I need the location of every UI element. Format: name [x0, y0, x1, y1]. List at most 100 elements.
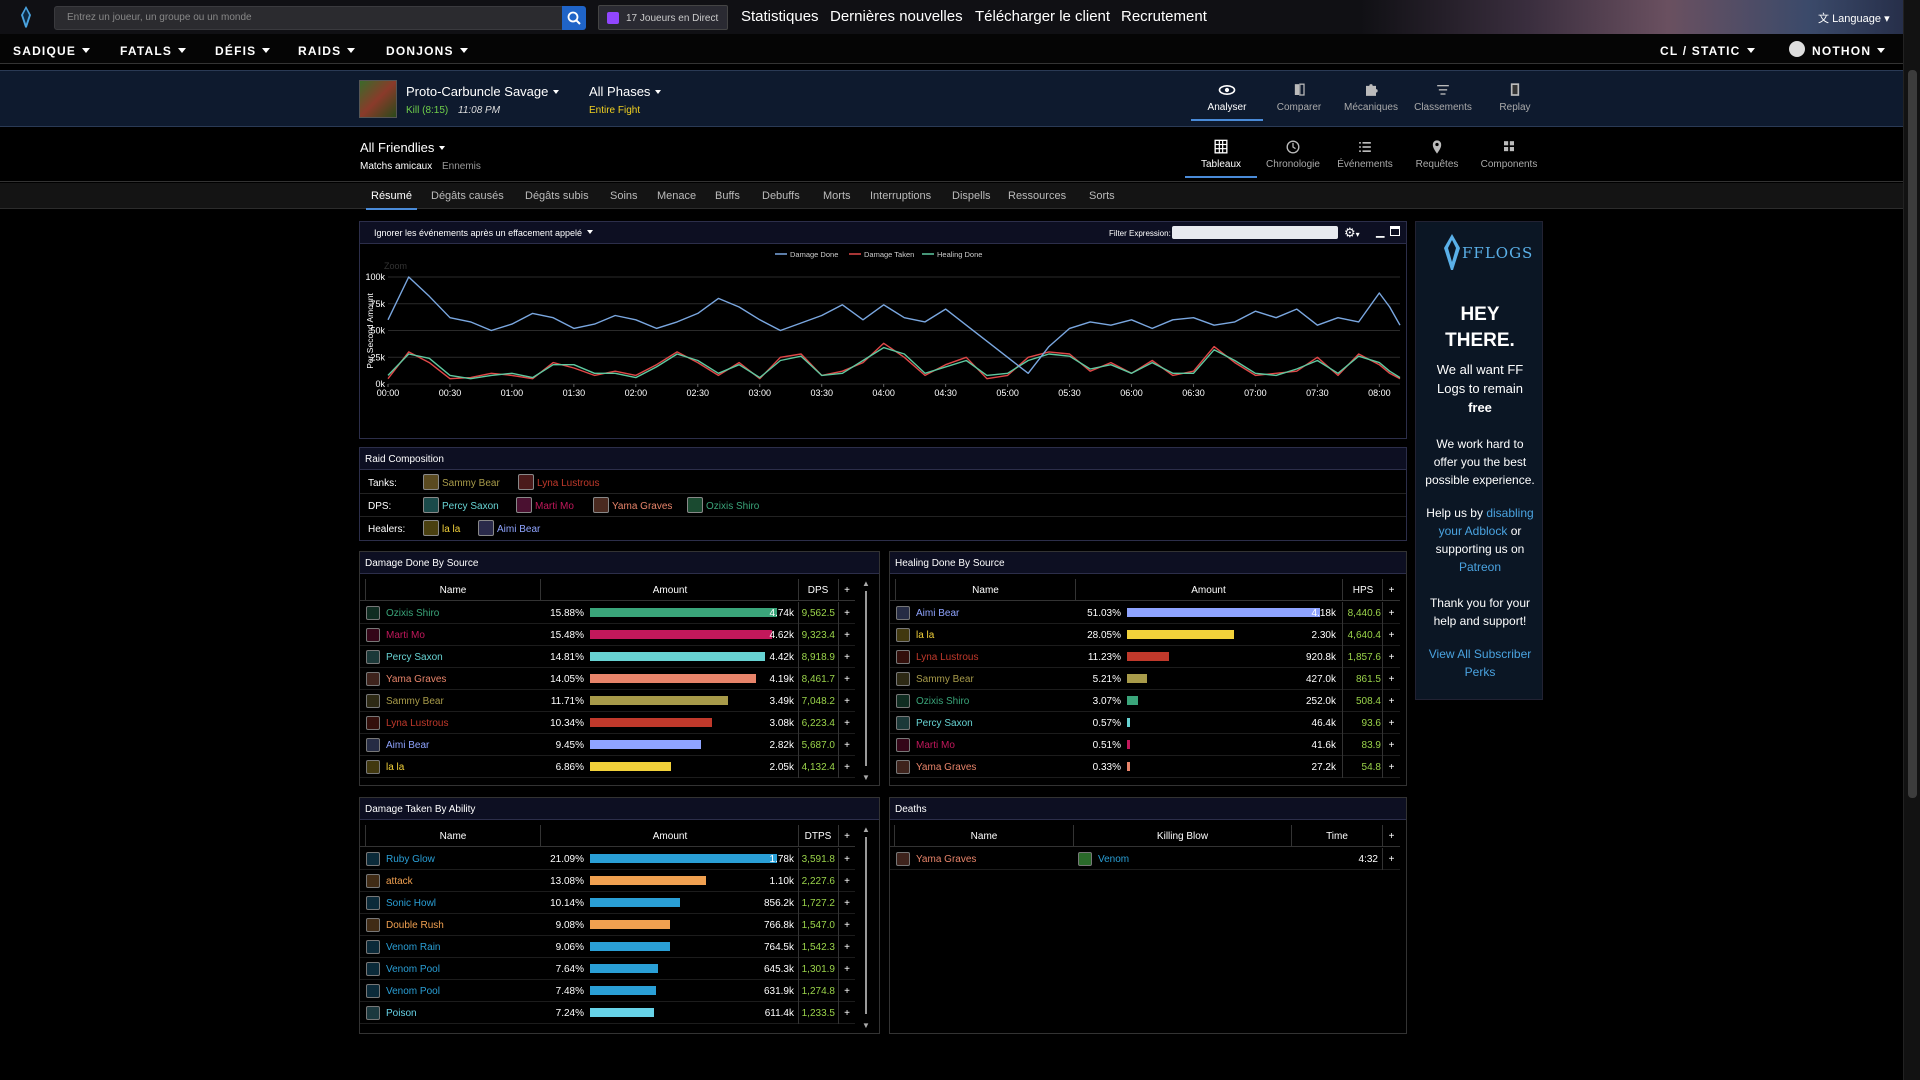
col-header-name[interactable]: Name — [894, 825, 1073, 847]
mode-tab-queries[interactable]: Requêtes — [1401, 138, 1473, 170]
row-add-button[interactable]: + — [838, 936, 855, 958]
search-button[interactable] — [562, 6, 586, 30]
friendlies-selector[interactable]: All Friendlies — [360, 140, 445, 155]
mode-tab-tables[interactable]: Tableaux — [1185, 138, 1257, 178]
table-row[interactable]: Percy Saxon 0.57% 46.4k 93.6 + — [890, 712, 1400, 734]
nav-download-client[interactable]: Télécharger le client — [975, 8, 1110, 25]
ad-subscriber-perks-link-2[interactable]: Perks — [1416, 665, 1544, 679]
tab-debuffs[interactable]: Debuffs — [762, 190, 800, 202]
tab-resources[interactable]: Ressources — [1008, 190, 1066, 202]
language-selector[interactable]: 文 Language ▾ — [1818, 10, 1890, 26]
menu-savage[interactable]: SADIQUE — [13, 44, 90, 58]
mode-tab-components[interactable]: Components — [1473, 138, 1545, 170]
row-name[interactable]: attack — [386, 870, 413, 892]
col-header-rate[interactable]: HPS — [1342, 579, 1383, 601]
col-header-add[interactable]: + — [1382, 825, 1400, 847]
table-row[interactable]: Double Rush 9.08% 766.8k 1,547.0 + — [360, 914, 855, 936]
scroll-down-icon[interactable]: ▼ — [862, 773, 870, 782]
row-name[interactable]: Sammy Bear — [916, 668, 974, 690]
row-name[interactable]: Yama Graves — [386, 668, 446, 690]
series-line-healing-done[interactable] — [387, 346, 1401, 380]
gear-icon[interactable]: ⚙▾ — [1344, 225, 1360, 241]
row-add-button[interactable]: + — [1382, 734, 1400, 756]
table-row[interactable]: Venom Pool 7.64% 645.3k 1,301.9 + — [360, 958, 855, 980]
legend-label[interactable]: Healing Done — [937, 250, 982, 259]
row-add-button[interactable]: + — [838, 914, 855, 936]
legend-label[interactable]: Damage Taken — [864, 250, 914, 259]
row-add-button[interactable]: + — [838, 870, 855, 892]
view-tab-rankings[interactable]: Classements — [1407, 81, 1479, 113]
row-add-button[interactable]: + — [838, 756, 855, 778]
row-add-button[interactable]: + — [838, 690, 855, 712]
row-add-button[interactable]: + — [1382, 756, 1400, 778]
row-add-button[interactable]: + — [838, 668, 855, 690]
table-row[interactable]: Aimi Bear 9.45% 2.82k 5,687.0 + — [360, 734, 855, 756]
row-add-button[interactable]: + — [1382, 624, 1400, 646]
row-name[interactable]: Marti Mo — [916, 734, 955, 756]
row-add-button[interactable]: + — [838, 734, 855, 756]
phase-selector[interactable]: All Phases — [589, 84, 661, 99]
col-header-killing-blow[interactable]: Killing Blow — [1073, 825, 1291, 847]
tab-interrupts[interactable]: Interruptions — [870, 190, 931, 202]
row-add-button[interactable]: + — [838, 646, 855, 668]
row-name[interactable]: Lyna Lustrous — [386, 712, 448, 734]
table-row[interactable]: Percy Saxon 14.81% 4.42k 8,918.9 + — [360, 646, 855, 668]
tab-summary[interactable]: Résumé — [366, 190, 417, 210]
menu-challenges[interactable]: DÉFIS — [215, 44, 270, 58]
ignore-wipe-selector[interactable]: Ignorer les événements après un effaceme… — [374, 228, 593, 238]
ad-disable-adblock-link[interactable]: disabling — [1486, 506, 1533, 520]
damage-healing-chart[interactable]: Damage Done Damage Taken Healing Done Zoom 0… — [360, 245, 1406, 438]
tab-buffs[interactable]: Buffs — [715, 190, 740, 202]
table-row[interactable]: Sammy Bear 5.21% 427.0k 861.5 + — [890, 668, 1400, 690]
tab-casts[interactable]: Sorts — [1089, 190, 1115, 202]
table-row[interactable]: Ruby Glow 21.09% 1.78k 3,591.8 + — [360, 848, 855, 870]
ad-patreon-link[interactable]: Patreon — [1416, 560, 1544, 574]
row-name[interactable]: Ozixis Shiro — [916, 690, 969, 712]
fflogs-logo-icon[interactable] — [18, 6, 34, 28]
scroll-up-icon[interactable]: ▲ — [862, 579, 870, 588]
maximize-icon[interactable] — [1390, 226, 1400, 236]
row-name[interactable]: Aimi Bear — [916, 602, 959, 624]
row-add-button[interactable]: + — [838, 980, 855, 1002]
row-name[interactable]: Sonic Howl — [386, 892, 436, 914]
row-name[interactable]: Yama Graves — [916, 848, 976, 870]
ad-subscriber-perks-link[interactable]: View All Subscriber — [1416, 647, 1544, 661]
row-name[interactable]: Lyna Lustrous — [916, 646, 978, 668]
table-row[interactable]: Venom Rain 9.06% 764.5k 1,542.3 + — [360, 936, 855, 958]
table-row[interactable]: la la 6.86% 2.05k 4,132.4 + — [360, 756, 855, 778]
row-add-button[interactable]: + — [838, 892, 855, 914]
row-add-button[interactable]: + — [1382, 690, 1400, 712]
table-scrollbar-thumb[interactable] — [865, 837, 867, 1014]
scroll-up-icon[interactable]: ▲ — [862, 825, 870, 834]
nav-latest-news[interactable]: Dernières nouvelles — [830, 8, 963, 25]
table-row[interactable]: Venom Pool 7.48% 631.9k 1,274.8 + — [360, 980, 855, 1002]
row-add-button[interactable]: + — [1382, 668, 1400, 690]
tab-deaths[interactable]: Morts — [823, 190, 851, 202]
menu-raids[interactable]: RAIDS — [298, 44, 355, 58]
row-name[interactable]: Ozixis Shiro — [386, 602, 439, 624]
row-name[interactable]: Ruby Glow — [386, 848, 435, 870]
mode-tab-events[interactable]: Événements — [1329, 138, 1401, 170]
live-players-button[interactable]: 17 Joueurs en Direct — [598, 5, 728, 30]
col-header-rate[interactable]: DPS — [798, 579, 837, 601]
table-row[interactable]: Lyna Lustrous 11.23% 920.8k 1,857.6 + — [890, 646, 1400, 668]
search-input[interactable]: Entrez un joueur, un groupe ou un monde — [54, 6, 564, 30]
row-add-button[interactable]: + — [838, 602, 855, 624]
menu-user[interactable]: NOTHON — [1812, 44, 1885, 58]
menu-dungeons[interactable]: DONJONS — [386, 44, 468, 58]
row-name[interactable]: Marti Mo — [386, 624, 425, 646]
col-header-time[interactable]: Time — [1291, 825, 1382, 847]
row-name[interactable]: Venom Rain — [386, 936, 440, 958]
table-row[interactable]: attack 13.08% 1.10k 2,227.6 + — [360, 870, 855, 892]
col-header-add[interactable]: + — [1382, 579, 1400, 601]
nav-recruitment[interactable]: Recrutement — [1121, 8, 1207, 25]
col-header-add[interactable]: + — [838, 825, 855, 847]
view-tab-mechanics[interactable]: Mécaniques — [1335, 81, 1407, 113]
boss-selector[interactable]: Proto-Carbuncle Savage — [406, 84, 559, 99]
table-row[interactable]: la la 28.05% 2.30k 4,640.4 + — [890, 624, 1400, 646]
enemies-toggle[interactable]: Ennemis — [442, 161, 481, 172]
row-add-button[interactable]: + — [838, 848, 855, 870]
minimize-icon[interactable]: ▁ — [1376, 225, 1384, 238]
view-tab-analyze[interactable]: Analyser — [1191, 81, 1263, 121]
row-name[interactable]: Poison — [386, 1002, 417, 1024]
